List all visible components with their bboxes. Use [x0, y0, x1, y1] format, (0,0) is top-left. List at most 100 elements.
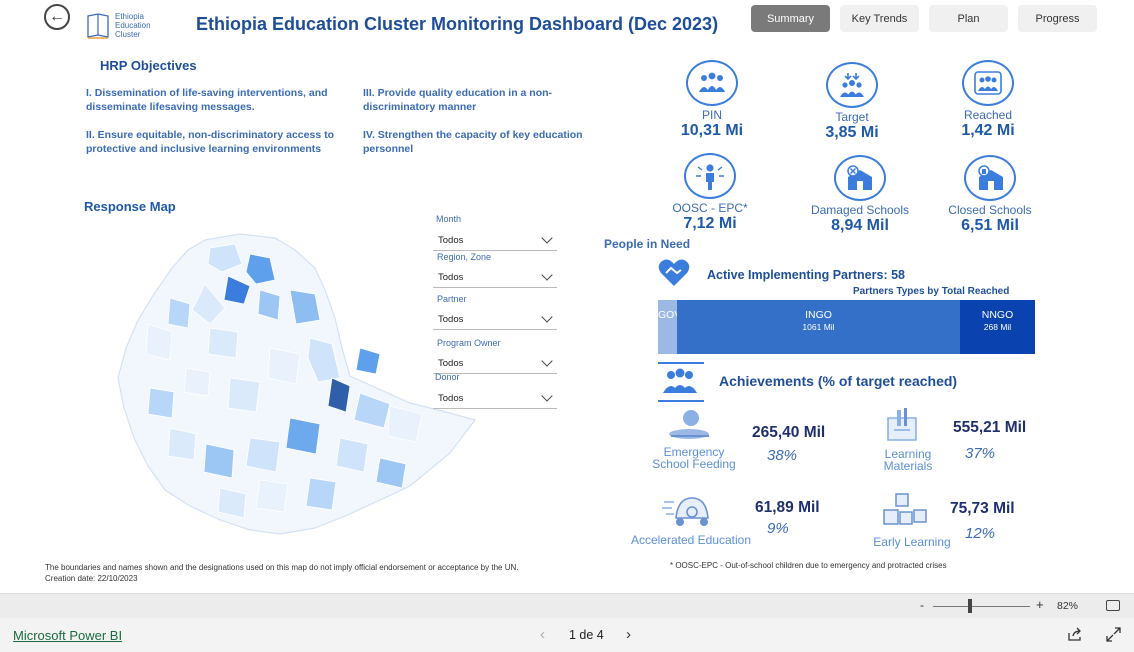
zoom-slider-track[interactable] — [933, 606, 1030, 607]
zoom-out-button[interactable]: - — [920, 598, 924, 612]
ach-value-materials: 555,21 Mil — [953, 419, 1027, 436]
chevron-down-icon — [537, 388, 557, 408]
share-icon[interactable] — [1067, 627, 1083, 642]
fit-to-page-icon[interactable] — [1106, 600, 1120, 611]
ach-pct-materials: 37% — [965, 445, 996, 462]
kpi-value: 8,94 Mil — [831, 217, 889, 234]
ach-value-feeding: 265,40 Mil — [752, 424, 826, 441]
pin-caption: People in Need — [604, 237, 691, 251]
month-dropdown[interactable]: Todos — [433, 230, 557, 251]
ach-label-materials: Learning Materials — [883, 447, 933, 473]
objective-4: IV. Strengthen the capacity of key educa… — [363, 129, 583, 155]
previous-page-icon[interactable]: ‹ — [540, 626, 545, 643]
kpi-value: 10,31 Mi — [680, 122, 744, 139]
partner-value: Todos — [438, 313, 464, 325]
power-bi-link[interactable]: Microsoft Power BI — [13, 628, 122, 643]
partner-segment-name: NNGO — [981, 309, 1014, 321]
filter-label-donor: Donor — [435, 372, 460, 382]
zoom-level: 82% — [1057, 600, 1079, 612]
partners-subtitle: Partners Types by Total Reached — [853, 286, 1010, 297]
kpi-label: Closed Schools — [948, 203, 1032, 217]
partner-segment-name: INGO — [805, 309, 832, 321]
kpi-label: OOSC - EPC* — [672, 201, 748, 215]
page-indicator: 1 de 4 — [569, 628, 604, 642]
ach-value-accelerated: 61,89 Mil — [755, 499, 820, 516]
closed-school-icon — [964, 155, 1016, 201]
zoom-slider-handle[interactable] — [968, 599, 972, 613]
kpi-value: 6,51 Mil — [961, 217, 1019, 234]
zoom-bar: - + 82% — [0, 593, 1134, 618]
blocks-icon — [883, 493, 927, 525]
chevron-down-icon — [537, 353, 557, 373]
damaged-school-icon — [834, 155, 886, 201]
kpi-target: Target 3,85 Mi — [808, 62, 896, 142]
objective-1: I. Dissemination of life-saving interven… — [86, 87, 328, 113]
tab-plan[interactable]: Plan — [929, 5, 1008, 32]
ach-value-early-learning: 75,73 Mil — [950, 500, 1015, 517]
kpi-closed-schools: Closed Schools 6,51 Mil — [940, 155, 1040, 235]
objectives-title: HRP Objectives — [100, 58, 197, 73]
tab-progress[interactable]: Progress — [1018, 5, 1097, 32]
donor-dropdown[interactable]: Todos — [433, 388, 557, 409]
accelerated-education-icon — [662, 497, 709, 526]
ethiopia-response-map[interactable] — [110, 228, 480, 538]
chevron-down-icon — [537, 230, 557, 250]
back-arrow-icon[interactable]: ← — [44, 4, 70, 30]
child-icon — [684, 153, 736, 199]
partner-dropdown[interactable]: Todos — [433, 309, 557, 330]
region-zone-value: Todos — [438, 271, 464, 283]
partner-segment-nngo[interactable]: NNGO 268 Mil — [960, 300, 1035, 354]
kpi-label: Reached — [963, 108, 1013, 122]
zoom-in-button[interactable]: + — [1036, 597, 1044, 612]
tab-key-trends[interactable]: Key Trends — [840, 5, 919, 32]
page-title: Ethiopia Education Cluster Monitoring Da… — [196, 14, 719, 34]
handshake-heart-icon — [658, 259, 690, 286]
reached-people-icon — [962, 60, 1014, 106]
region-zone-dropdown[interactable]: Todos — [433, 267, 557, 288]
chevron-down-icon — [537, 267, 557, 287]
filter-label-month: Month — [436, 214, 462, 224]
divider — [658, 400, 704, 402]
month-value: Todos — [438, 234, 464, 246]
ach-label-early-learning: Early Learning — [873, 535, 951, 549]
partner-segment-ingo[interactable]: INGO 1061 Mil — [677, 300, 960, 354]
divider — [658, 362, 704, 364]
ach-pct-feeding: 38% — [767, 447, 798, 464]
footnote: * OOSC-EPC - Out-of-school children due … — [670, 561, 947, 570]
partner-types-bar: GOV INGO 1061 Mil NNGO 268 Mil — [658, 300, 1035, 354]
kpi-value: 3,85 Mi — [825, 124, 879, 141]
partners-title: Active Implementing Partners: 58 — [707, 268, 905, 282]
partner-segment-value: 268 Mil — [983, 322, 1012, 332]
school-feeding-icon — [669, 410, 709, 439]
tab-summary[interactable]: Summary — [751, 5, 830, 32]
achievements-title: Achievements (% of target reached) — [719, 373, 958, 389]
ach-pct-early-learning: 12% — [965, 525, 996, 542]
dashboard-page: ← Ethiopia Education Cluster Ethiopia Ed… — [0, 0, 1134, 652]
kpi-value: 1,42 Mi — [961, 122, 1015, 139]
partner-segment-name: GOV — [658, 309, 682, 321]
kpi-label: PIN — [701, 108, 722, 122]
chevron-down-icon — [537, 309, 557, 329]
map-title: Response Map — [84, 199, 176, 214]
donor-value: Todos — [438, 392, 464, 404]
filter-label-partner: Partner — [437, 294, 467, 304]
learning-materials-icon — [887, 408, 917, 441]
people-group-icon — [686, 60, 738, 106]
program-owner-value: Todos — [438, 357, 464, 369]
nav-tabs: Summary Key Trends Plan Progress — [751, 5, 1097, 32]
filter-label-region: Region, Zone — [437, 252, 492, 262]
map-disclaimer: The boundaries and names shown and the d… — [45, 563, 519, 583]
kpi-label: Damaged Schools — [810, 203, 910, 217]
filter-label-program-owner: Program Owner — [437, 338, 501, 348]
partner-segment-value: 1061 Mil — [802, 322, 835, 332]
partner-segment-gov[interactable]: GOV — [658, 300, 682, 354]
program-owner-dropdown[interactable]: Todos — [433, 353, 557, 374]
target-people-icon — [826, 62, 878, 108]
fullscreen-icon[interactable] — [1106, 627, 1121, 642]
kpi-value: 7,12 Mi — [683, 215, 737, 232]
ach-pct-accelerated: 9% — [767, 520, 789, 537]
next-page-icon[interactable]: › — [626, 626, 631, 643]
footer-bar: Microsoft Power BI ‹ 1 de 4 › — [0, 618, 1134, 652]
kpi-reached: Reached 1,42 Mi — [948, 60, 1028, 140]
ach-label-feeding: Emergency School Feeding — [652, 445, 736, 471]
